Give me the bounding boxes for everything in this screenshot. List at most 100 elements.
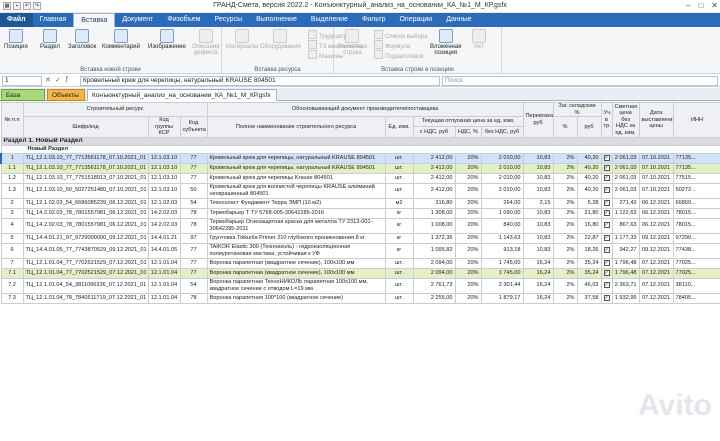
row-with-vat[interactable]: 1 372,36 [412,232,456,244]
checkbox[interactable]: ✓ [603,282,610,289]
row-code[interactable]: ТЦ_12.1.03.10_77_7751518913_07.10.2021_0… [22,172,149,184]
row-vat[interactable]: 20% [454,277,482,294]
tab-document[interactable]: Документ [115,13,160,27]
maximize-icon[interactable]: □ [698,1,703,10]
table-row[interactable]: 7 ТЦ_12.1.01.04_77_7702521529_07.12.2021_… [0,257,720,269]
row-est[interactable]: 1 796,48 [611,257,640,269]
row-name[interactable]: Техноэласт Фундамент Терра ЭМП (10 м2) [206,197,386,209]
row-name[interactable]: TAIKOR Elastic 300 (Техноиколь) - гидрои… [206,242,386,259]
row-num[interactable]: 1 [0,152,24,164]
row-name[interactable]: Кровельный крюк для черепицы, натуральны… [206,162,386,174]
section-row[interactable]: Раздел 1. Новый Раздел [0,136,720,146]
checkbox[interactable]: ✓ [603,199,610,206]
row-vat[interactable]: 20% [454,242,482,259]
equipment-button[interactable]: Оборудование [260,29,301,50]
close-icon[interactable]: ✕ [711,1,718,10]
checkbox[interactable]: ✓ [603,259,610,266]
row-num[interactable]: 1.1 [0,162,24,174]
row-subj[interactable]: 77 [179,152,208,164]
checkbox[interactable]: ✓ [603,222,610,229]
checkbox[interactable]: ✓ [603,209,610,216]
row-uch[interactable]: ✓ [600,267,613,279]
row-ksr[interactable]: 12.1.01.04 [147,267,181,279]
comment-button[interactable]: Комментарий [102,29,140,50]
table-row[interactable]: 1 ТЦ_12.1.03.10_77_7713561178_07.10.2021_… [0,152,720,164]
row-unit[interactable]: шт. [384,152,414,164]
header-button[interactable]: Заголовок [68,29,96,50]
row-transport[interactable]: 10,83 [522,182,554,199]
row-with-vat[interactable]: 2 094,00 [412,267,456,279]
row-uch[interactable]: ✓ [600,172,613,184]
row-vat[interactable]: 20% [454,197,482,209]
row-uch[interactable]: ✓ [600,207,613,219]
row-inn[interactable]: 50272... [672,182,720,199]
tab-resources[interactable]: Ресурсы [208,13,250,27]
formula-input[interactable]: Кровельный крюк для черепицы, натуральны… [80,76,440,86]
row-date[interactable]: 06.12.2021 [638,197,674,209]
row-no-vat[interactable]: 2 301,44 [480,277,524,294]
row-vat[interactable]: 20% [454,257,482,269]
row-num[interactable]: 7.3 [0,292,24,304]
row-ksr[interactable]: 12.1.03.10 [147,162,181,174]
table-row[interactable]: 7.3 ТЦ_12.1.01.04_78_7840511719_07.12.202… [0,292,720,304]
row-name[interactable]: Термобарьер Т ТУ 5768-005-30642285-2016 [206,207,386,219]
row-vat[interactable]: 20% [454,152,482,164]
checkbox[interactable]: ✓ [603,294,610,301]
row-date[interactable]: 06.12.2021 [638,207,674,219]
defect-description-button[interactable]: Описание дефекта [192,29,220,56]
row-ksr[interactable]: 14.4.01.05 [147,242,181,259]
row-inn[interactable]: 77135... [672,162,720,174]
row-transport[interactable]: 10,83 [522,232,554,244]
checkbox[interactable]: ✓ [603,247,610,254]
row-date[interactable]: 07.10.2021 [638,152,674,164]
row-date[interactable]: 07.12.2021 [638,277,674,294]
row-ksr[interactable]: 14.2.02.03 [147,217,181,234]
row-code[interactable]: ТЦ_14.4.01.05_77_7743870529_09.12.2021_0… [22,242,149,259]
row-unit[interactable]: кг [384,242,414,259]
row-transport[interactable]: 10,83 [522,152,554,164]
row-transport[interactable]: 10,83 [522,242,554,259]
row-vat[interactable]: 20% [454,162,482,174]
row-no-vat[interactable]: 1 090,00 [480,207,524,219]
table-row[interactable]: 2 ТЦ_12.1.02.03_54_6686085239_06.12.2021_… [0,197,720,209]
row-name[interactable]: Грунтовка Tikkurila Primer 210 глубокого… [206,232,386,244]
tab-data[interactable]: Данные [439,13,478,27]
checkbox[interactable]: ✓ [603,154,610,161]
checkbox[interactable]: ✓ [603,269,610,276]
row-transport[interactable]: 10,83 [522,162,554,174]
row-date[interactable]: 07.10.2021 [638,172,674,184]
row-zag-pct[interactable]: 2% [552,152,578,164]
row-unit[interactable]: шт. [384,172,414,184]
table-row[interactable]: 5 ТЦ_14.4.01.21_97_9729000090_09.12.2021_… [0,232,720,244]
row-est[interactable]: 942,27 [611,242,640,259]
table-row[interactable]: 4 ТЦ_14.2.02.03_78_7801557981_06.12.2021_… [0,217,720,234]
row-code[interactable]: ТЦ_14.2.02.03_78_7801557981_06.12.2021_0… [22,217,149,234]
row-inn[interactable]: 77438... [672,242,720,259]
position-button[interactable]: Позиция [4,29,28,50]
row-num[interactable]: 1.3 [0,182,24,199]
row-no-vat[interactable]: 1 745,00 [480,257,524,269]
row-ksr[interactable]: 14.2.02.03 [147,207,181,219]
row-zag-rub[interactable]: 40,20 [576,152,602,164]
row-unit[interactable]: м2 [384,197,414,209]
row-no-vat[interactable]: 2 010,00 [480,162,524,174]
row-no-vat[interactable]: 1 745,00 [480,267,524,279]
table-row[interactable]: 1.2 ТЦ_12.1.03.10_77_7751518913_07.10.202… [0,172,720,184]
row-uch[interactable]: ✓ [600,197,613,209]
row-inn[interactable]: 77515... [672,172,720,184]
checkbox[interactable]: ✓ [603,187,610,194]
row-code[interactable]: ТЦ_12.1.01.04_77_7702521529_07.12.2021_0… [22,257,149,269]
tab-document-file[interactable]: Конъюнктурный_анализ_на_основании_КА_№1_… [87,89,277,101]
row-zag-pct[interactable]: 2% [552,292,578,304]
row-date[interactable]: 07.12.2021 [638,267,674,279]
row-unit[interactable]: шт. [384,182,414,199]
row-ksr[interactable]: 12.1.03.10 [147,172,181,184]
row-zag-pct[interactable]: 2% [552,232,578,244]
row-ksr[interactable]: 12.1.01.04 [147,292,181,304]
checkbox[interactable]: ✓ [603,234,610,241]
row-subj[interactable]: 54 [179,277,208,294]
row-code[interactable]: ТЦ_12.1.01.04_77_7702521529_07.12.2021_0… [22,267,149,279]
row-vat[interactable]: 20% [454,217,482,234]
row-code[interactable]: ТЦ_12.1.02.03_54_6686085239_06.12.2021_0… [22,197,149,209]
row-est[interactable]: 1 796,48 [611,267,640,279]
